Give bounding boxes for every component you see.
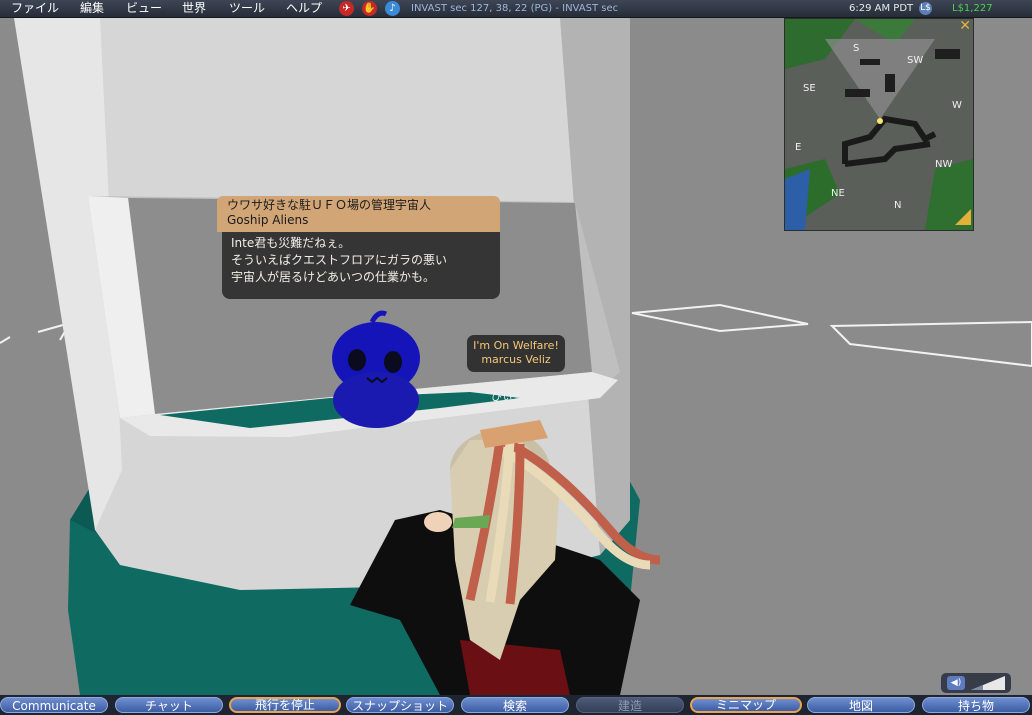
bottom-toolbar: Communicate チャット 飛行を停止 スナップショット 検索 建造 ミニ… xyxy=(0,695,1032,715)
snapshot-button[interactable]: スナップショット xyxy=(346,697,454,713)
chat-line: そういえばクエストフロアにガラの悪い xyxy=(231,253,448,267)
minimap-render xyxy=(785,19,973,230)
communicate-button[interactable]: Communicate xyxy=(0,697,108,713)
location-text[interactable]: INVAST sec 127, 38, 22 (PG) - INVAST sec xyxy=(411,0,618,17)
menu-tools[interactable]: ツール xyxy=(229,0,265,17)
minimap-dir-sw: SW xyxy=(907,55,924,66)
no-push-icon[interactable]: ✋ xyxy=(362,1,377,16)
npc-name: Goship Aliens xyxy=(227,213,309,227)
minimap-dir-s: S xyxy=(853,43,860,54)
minimap-panel[interactable]: ✕ S SW SE W E NW NE N xyxy=(784,18,974,231)
minimap-dir-ne: NE xyxy=(831,188,845,199)
no-fly-icon[interactable]: ✈ xyxy=(339,1,354,16)
balance-text: L$1,227 xyxy=(952,3,993,14)
stop-flying-button[interactable]: 飛行を停止 xyxy=(229,697,341,713)
buy-currency-icon[interactable]: L$ xyxy=(919,2,932,15)
menu-help[interactable]: ヘルプ xyxy=(286,0,322,17)
name-tag-name: marcus Veliz xyxy=(481,353,551,366)
avatar-name-label: ぴぃ☆ xyxy=(491,390,523,403)
menu-world[interactable]: 世界 xyxy=(182,0,206,17)
clock-text: 6:29 AM PDT xyxy=(849,3,914,14)
speaker-icon[interactable]: ◀) xyxy=(947,676,965,690)
chat-button[interactable]: チャット xyxy=(115,697,223,713)
npc-chat-bubble: Inte君も災難だねぇ。 そういえばクエストフロアにガラの悪い 宇宙人が居るけど… xyxy=(222,232,500,299)
minimap-dir-n: N xyxy=(894,200,902,211)
voice-icon[interactable]: ♪ xyxy=(385,1,400,16)
minimap-dir-w: W xyxy=(952,100,962,111)
minimap-close-icon[interactable]: ✕ xyxy=(959,19,971,33)
menu-file[interactable]: ファイル xyxy=(11,0,59,17)
menu-bar: ファイル 編集 ビュー 世界 ツール ヘルプ ✈ ✋ ♪ INVAST sec … xyxy=(0,0,1032,18)
chat-line: 宇宙人が居るけどあいつの仕業かも。 xyxy=(231,270,436,284)
npc-chat-header: ウワサ好きな駐ＵＦＯ場の管理宇宙人 Goship Aliens xyxy=(217,196,500,232)
avatar-name-tag: I'm On Welfare! marcus Veliz xyxy=(467,335,565,372)
volume-slider[interactable] xyxy=(971,676,1007,690)
minimap-button[interactable]: ミニマップ xyxy=(690,697,802,713)
menu-view[interactable]: ビュー xyxy=(126,0,162,17)
minimap-dir-se: SE xyxy=(803,83,816,94)
name-tag-title: I'm On Welfare! xyxy=(473,339,559,352)
inventory-button[interactable]: 持ち物 xyxy=(922,697,1030,713)
volume-control[interactable]: ◀) xyxy=(941,673,1011,693)
map-button[interactable]: 地図 xyxy=(807,697,915,713)
chat-line: Inte君も災難だねぇ。 xyxy=(231,236,351,250)
menu-edit[interactable]: 編集 xyxy=(80,0,104,17)
build-button[interactable]: 建造 xyxy=(576,697,684,713)
search-button[interactable]: 検索 xyxy=(461,697,569,713)
minimap-dir-nw: NW xyxy=(935,159,953,170)
minimap-dir-e: E xyxy=(795,142,802,153)
npc-title: ウワサ好きな駐ＵＦＯ場の管理宇宙人 xyxy=(227,198,432,212)
